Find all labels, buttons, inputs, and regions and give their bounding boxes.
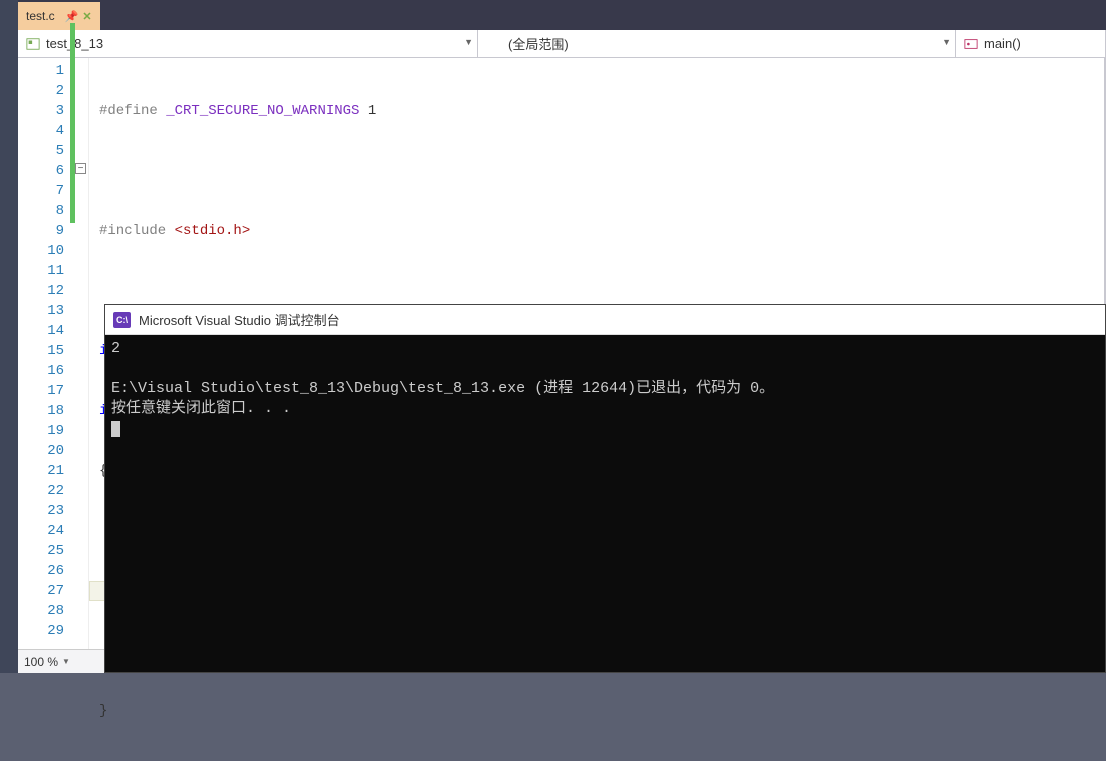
member-dropdown[interactable]: main() bbox=[956, 30, 1106, 57]
tab-bar: test.c 📌 ✕ bbox=[18, 0, 1106, 30]
debug-console-window[interactable]: C:\ Microsoft Visual Studio 调试控制台 2 E:\V… bbox=[104, 304, 1106, 673]
chevron-down-icon[interactable]: ▼ bbox=[464, 37, 473, 47]
console-title: Microsoft Visual Studio 调试控制台 bbox=[139, 310, 340, 329]
scope-dropdown[interactable]: test_8_13 ▼ bbox=[18, 30, 478, 57]
type-dropdown[interactable]: (全局范围) ▼ bbox=[478, 30, 956, 57]
chevron-down-icon[interactable]: ▼ bbox=[942, 37, 951, 47]
code-line: } bbox=[89, 701, 1106, 721]
zoom-selector[interactable]: 100 % ▼ bbox=[18, 649, 104, 673]
console-output[interactable]: 2 E:\Visual Studio\test_8_13\Debug\test_… bbox=[105, 335, 1105, 672]
code-line bbox=[89, 281, 1106, 301]
project-icon bbox=[26, 37, 40, 51]
zoom-value: 100 % bbox=[24, 655, 58, 669]
activity-bar[interactable] bbox=[0, 0, 18, 673]
line-numbers: 1234567891011121314151617181920212223242… bbox=[18, 58, 74, 673]
code-line bbox=[89, 161, 1106, 181]
cursor bbox=[111, 421, 120, 437]
vs-icon: C:\ bbox=[113, 312, 131, 328]
method-icon bbox=[964, 37, 978, 51]
chevron-down-icon[interactable]: ▼ bbox=[62, 657, 70, 666]
pin-icon[interactable]: 📌 bbox=[65, 10, 79, 23]
tab-file-label: test.c bbox=[26, 9, 55, 23]
change-indicator bbox=[70, 23, 75, 223]
tab-file[interactable]: test.c 📌 ✕ bbox=[18, 2, 100, 30]
code-line: #define _CRT_SECURE_NO_WARNINGS 1 bbox=[89, 101, 1106, 121]
type-label: (全局范围) bbox=[486, 34, 569, 53]
member-label: main() bbox=[984, 36, 1021, 51]
console-titlebar[interactable]: C:\ Microsoft Visual Studio 调试控制台 bbox=[105, 305, 1105, 335]
fold-gutter: − bbox=[74, 58, 89, 673]
navigation-bar: test_8_13 ▼ (全局范围) ▼ main() bbox=[18, 30, 1106, 58]
code-line: #include <stdio.h> bbox=[89, 221, 1106, 241]
close-icon[interactable]: ✕ bbox=[82, 10, 91, 23]
fold-toggle[interactable]: − bbox=[75, 163, 86, 174]
